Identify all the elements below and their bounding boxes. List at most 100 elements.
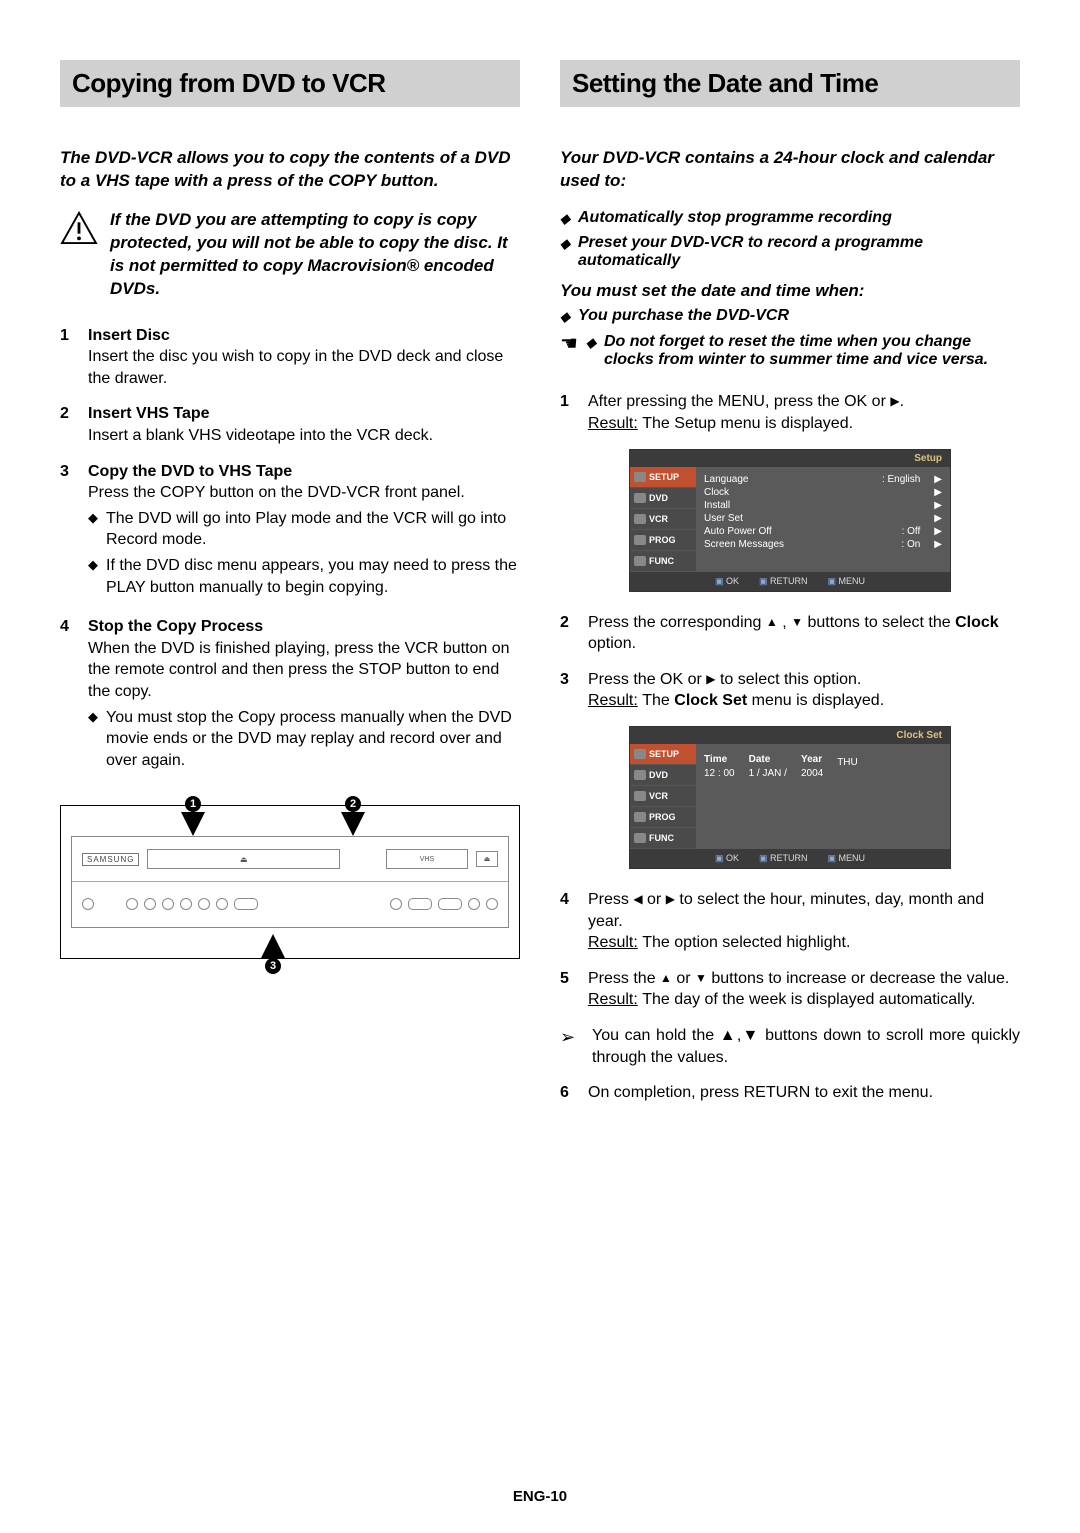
tape-icon [634, 791, 646, 801]
step-title: Stop the Copy Process [88, 618, 263, 635]
disc-icon [634, 493, 646, 503]
osd-tab-vcr: VCR [630, 786, 696, 807]
button-icon [390, 898, 402, 910]
osd-label: Language [704, 474, 749, 485]
step-text: Press [588, 891, 633, 908]
diagram-marker-2: 2 [341, 812, 365, 836]
step-body: After pressing the MENU, press the OK or… [588, 391, 1020, 434]
clock-icon [634, 812, 646, 822]
warning-text: If the DVD you are attempting to copy is… [110, 209, 520, 301]
right-section-header: Setting the Date and Time [560, 60, 1020, 107]
step-body: Press the ▲ or ▼ buttons to increase or … [588, 968, 1020, 1011]
func-icon [634, 833, 646, 843]
osd-main: Time12 : 00 Date1 / JAN / Year2004 THU [696, 744, 950, 849]
pointer-text: Do not forget to reset the time when you… [604, 333, 1020, 369]
button-icon [82, 898, 94, 910]
right-title: Setting the Date and Time [572, 68, 1008, 99]
osd-value: : Off [902, 526, 935, 537]
step-body: Copy the DVD to VHS Tape Press the COPY … [88, 461, 520, 603]
page-number: ENG-10 [0, 1488, 1080, 1505]
bold-word: Clock Set [674, 692, 747, 709]
step-text: Press the corresponding [588, 614, 766, 631]
osd-label: User Set [704, 513, 743, 524]
device-diagram: 1 2 SAMSUNG ⏏ VHS ⏏ [60, 805, 520, 959]
device-top-row: SAMSUNG ⏏ VHS ⏏ [72, 837, 508, 882]
vhs-slot: VHS [386, 849, 468, 869]
osd-tab-vcr: VCR [630, 509, 696, 530]
osd-footer: OK RETURN MENU [630, 572, 950, 591]
result-label: Result: [588, 415, 638, 432]
result-line: Result: The day of the week is displayed… [588, 991, 975, 1008]
disc-icon [634, 770, 646, 780]
right-column: Setting the Date and Time Your DVD-VCR c… [560, 60, 1020, 1118]
gear-icon [634, 749, 646, 759]
osd-col-value: 12 : 00 [704, 768, 735, 779]
right-arrow-icon: ▶ [890, 393, 899, 409]
pointer-note-row: ☚ Do not forget to reset the time when y… [560, 333, 1020, 373]
button-icon [408, 898, 432, 910]
step-title: Insert VHS Tape [88, 405, 210, 422]
left-intro: The DVD-VCR allows you to copy the conte… [60, 147, 520, 193]
must-set-text: You must set the date and time when: [560, 280, 1020, 303]
bold-word: Clock [955, 614, 999, 631]
button-icon [486, 898, 498, 910]
result-text: menu is displayed. [747, 692, 884, 709]
right-step-4: 4 Press ◀ or ▶ to select the hour, minut… [560, 889, 1020, 954]
pointer-bullet: Do not forget to reset the time when you… [586, 333, 1020, 373]
right-intro: Your DVD-VCR contains a 24-hour clock an… [560, 147, 1020, 193]
step-text: When the DVD is finished playing, press … [88, 640, 510, 700]
right-arrow-icon: ▶ [934, 526, 942, 537]
device-body: SAMSUNG ⏏ VHS ⏏ [71, 836, 509, 928]
up-arrow-icon: ▲ [766, 614, 778, 630]
step-text: or [643, 891, 666, 908]
diagram-marker-3: 3 [261, 934, 285, 958]
step-title: Insert Disc [88, 327, 170, 344]
button-icon [180, 898, 192, 910]
left-step-3: 3 Copy the DVD to VHS Tape Press the COP… [60, 461, 520, 603]
tip-text: You can hold the ▲,▼ buttons down to scr… [592, 1025, 1020, 1068]
osd-clockset-screenshot: Clock Set SETUP DVD VCR PROG FUNC Time12… [629, 726, 951, 869]
marker-num: 2 [345, 796, 361, 812]
osd-clock-col: Time12 : 00 [704, 754, 735, 779]
tip-row: ➢ You can hold the ▲,▼ buttons down to s… [560, 1025, 1020, 1068]
step-text: option. [588, 635, 636, 652]
step-text: or [672, 970, 695, 987]
down-arrow-icon: ▼ [791, 614, 803, 630]
osd-row: Clock▶ [704, 486, 942, 499]
step-number: 2 [560, 612, 578, 655]
intro-bullets: Automatically stop programme recording P… [560, 209, 1020, 270]
result-text: The option selected highlight. [642, 934, 850, 951]
result-label: Result: [588, 692, 638, 709]
osd-clock-col: Date1 / JAN / [749, 754, 787, 779]
device-bottom-row [72, 882, 508, 926]
pointing-hand-icon: ☚ [560, 333, 578, 355]
result-line: Result: The option selected highlight. [588, 934, 850, 951]
osd-col-value: 2004 [801, 768, 823, 779]
func-icon [634, 556, 646, 566]
bullet-text: The DVD will go into Play mode and the V… [106, 508, 520, 551]
button-icon [144, 898, 156, 910]
result-label: Result: [588, 934, 638, 951]
step-number: 3 [560, 669, 578, 712]
osd-tab-label: SETUP [649, 749, 679, 759]
osd-tab-label: VCR [649, 791, 668, 801]
osd-footer-menu: MENU [828, 576, 866, 587]
right-arrow-icon: ▶ [934, 513, 942, 524]
osd-row: Language: English▶ [704, 473, 942, 486]
bullet-text: You must stop the Copy process manually … [106, 707, 520, 772]
osd-tab-label: PROG [649, 535, 676, 545]
step-number: 3 [60, 461, 78, 603]
left-section-header: Copying from DVD to VCR [60, 60, 520, 107]
step-body: On completion, press RETURN to exit the … [588, 1082, 1020, 1104]
right-step-2: 2 Press the corresponding ▲ , ▼ buttons … [560, 612, 1020, 655]
must-set-bullets: You purchase the DVD-VCR [560, 307, 1020, 328]
osd-footer-ok: OK [715, 576, 739, 587]
osd-tab-setup: SETUP [630, 467, 696, 488]
step-text: Press the OK or [588, 671, 706, 688]
right-arrow-icon: ▶ [934, 539, 942, 550]
button-icon [126, 898, 138, 910]
osd-tab-label: DVD [649, 770, 668, 780]
osd-row: Install▶ [704, 499, 942, 512]
result-text: The day of the week is displayed automat… [642, 991, 975, 1008]
osd-col-value: THU [837, 757, 858, 768]
